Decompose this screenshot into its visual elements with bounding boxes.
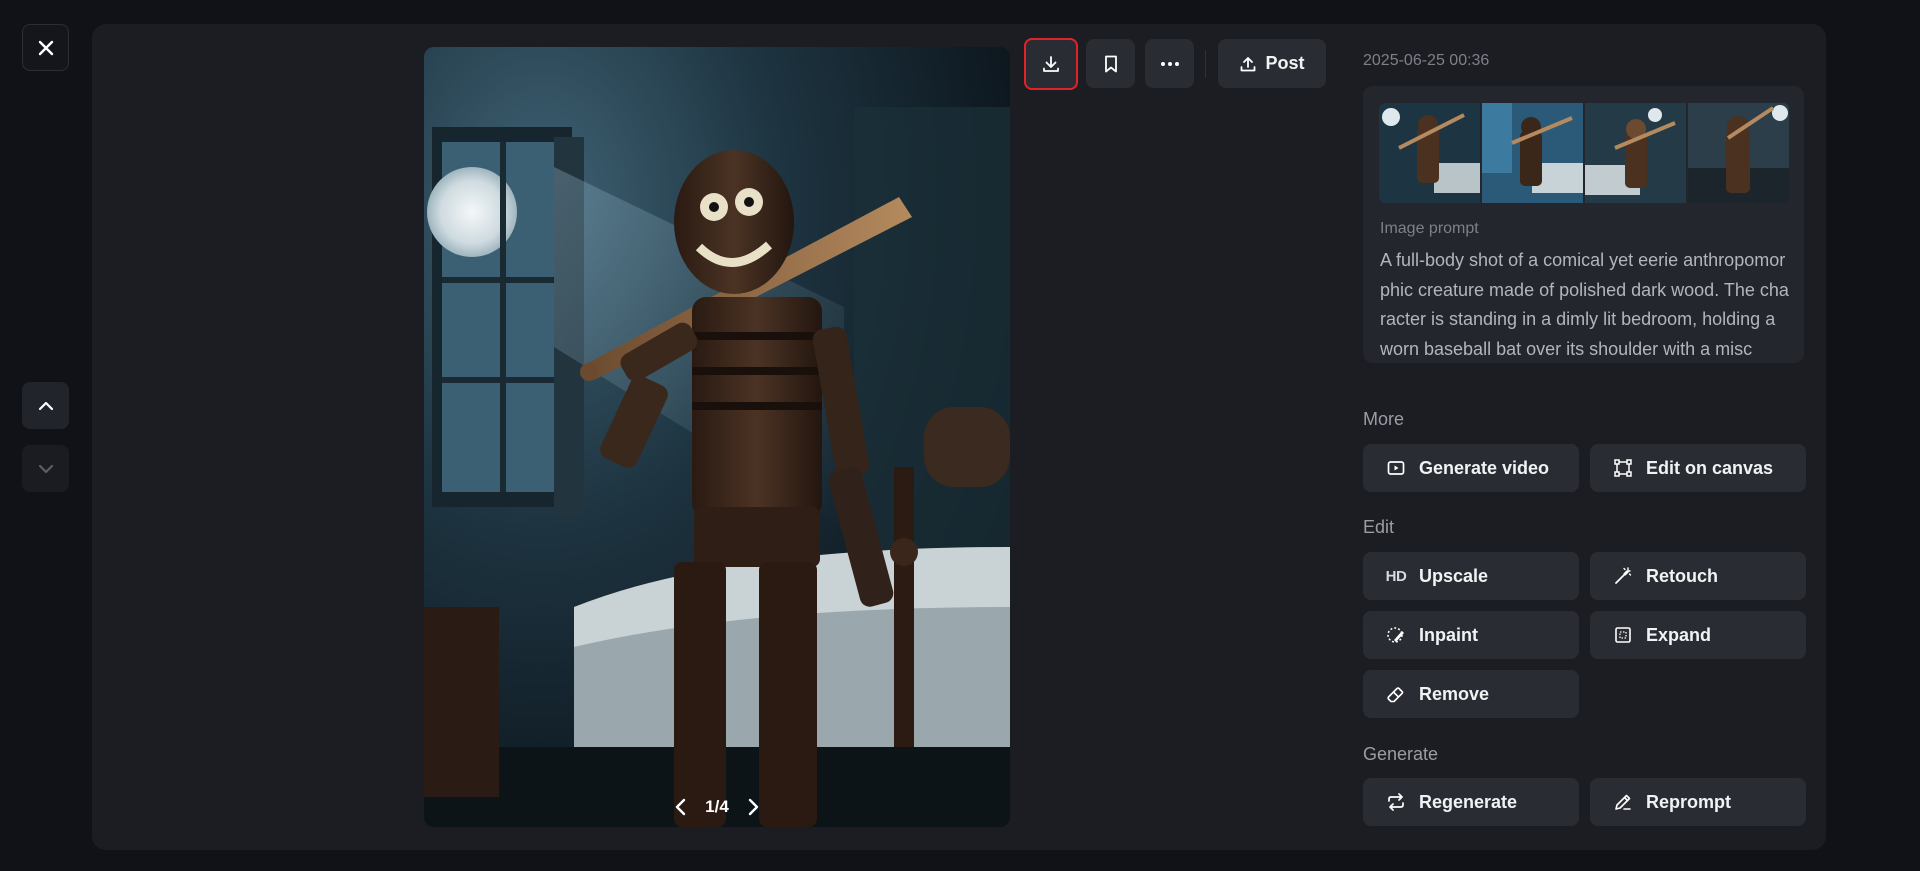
more-options-button[interactable]: [1145, 39, 1194, 88]
section-title-generate: Generate: [1363, 744, 1439, 764]
pager-prev-button[interactable]: [671, 797, 691, 817]
upload-icon: [1241, 56, 1256, 71]
next-image-button[interactable]: [22, 445, 69, 492]
chevron-down-icon: [38, 464, 53, 473]
post-button[interactable]: Post: [1218, 39, 1326, 88]
post-button-label: Post: [1265, 53, 1305, 73]
chevron-right-icon: [748, 798, 759, 816]
image-prompt-text: A full-body shot of a comical yet eerie …: [1380, 250, 1789, 359]
thumbnail-3[interactable]: [1585, 103, 1686, 203]
creation-timestamp: 2025-06-25 00:36: [1363, 52, 1490, 69]
remove-label: Remove: [1419, 683, 1490, 704]
chevron-up-icon: [38, 401, 53, 410]
pencil-icon: [1612, 791, 1634, 813]
thumbnail-image: [1585, 103, 1686, 203]
previous-image-button[interactable]: [22, 382, 69, 429]
close-icon: [38, 40, 53, 55]
video-plus-icon: [1385, 457, 1407, 479]
thumbnail-image: [1379, 103, 1480, 203]
section-title-edit: Edit: [1363, 517, 1395, 537]
generate-video-button[interactable]: Generate video: [1363, 444, 1579, 492]
regenerate-button[interactable]: Regenerate: [1363, 778, 1579, 826]
generated-image-wooden-creature: [424, 47, 1010, 827]
download-icon: [1043, 56, 1059, 72]
edit-on-canvas-label: Edit on canvas: [1646, 457, 1774, 478]
thumbnail-1[interactable]: [1379, 103, 1480, 203]
magic-wand-icon: [1612, 565, 1634, 587]
image-pager: 1/4: [424, 791, 1010, 823]
edit-on-canvas-button[interactable]: Edit on canvas: [1590, 444, 1806, 492]
toolbar-divider: [1205, 50, 1206, 78]
bookmark-icon: [1104, 55, 1117, 72]
chevron-left-icon: [675, 798, 686, 816]
bookmark-button[interactable]: [1086, 39, 1135, 88]
expand-icon: [1612, 624, 1634, 646]
inpaint-button[interactable]: Inpaint: [1363, 611, 1579, 659]
close-button[interactable]: [22, 24, 69, 71]
thumbnail-4[interactable]: [1688, 103, 1789, 203]
canvas-icon: [1612, 457, 1634, 479]
reprompt-button[interactable]: Reprompt: [1590, 778, 1806, 826]
regenerate-label: Regenerate: [1419, 791, 1518, 812]
section-title-more: More: [1363, 409, 1405, 429]
image-prompt-label: Image prompt: [1380, 220, 1479, 237]
thumbnail-image: [1482, 103, 1583, 203]
expand-button[interactable]: Expand: [1590, 611, 1806, 659]
eraser-icon: [1385, 683, 1407, 705]
inpaint-label: Inpaint: [1419, 624, 1478, 645]
prompt-card: Image prompt A full-body shot of a comic…: [1363, 86, 1804, 363]
upscale-label: Upscale: [1419, 565, 1489, 586]
repeat-icon: [1385, 791, 1407, 813]
thumbnail-strip: [1379, 103, 1789, 203]
thumbnail-2[interactable]: [1482, 103, 1583, 203]
download-button[interactable]: [1024, 38, 1078, 90]
reprompt-label: Reprompt: [1646, 791, 1731, 812]
remove-button[interactable]: Remove: [1363, 670, 1579, 718]
retouch-button[interactable]: Retouch: [1590, 552, 1806, 600]
main-image[interactable]: 1/4: [424, 47, 1010, 827]
retouch-label: Retouch: [1646, 565, 1718, 586]
expand-label: Expand: [1646, 624, 1712, 645]
hd-icon: HD: [1385, 567, 1407, 585]
generate-video-label: Generate video: [1419, 457, 1550, 478]
inpaint-brush-icon: [1385, 624, 1407, 646]
more-horizontal-icon: [1160, 61, 1179, 66]
pager-counter: 1/4: [705, 797, 729, 816]
pager-next-button[interactable]: [743, 797, 763, 817]
upscale-button[interactable]: HD Upscale: [1363, 552, 1579, 600]
thumbnail-image: [1688, 103, 1789, 203]
